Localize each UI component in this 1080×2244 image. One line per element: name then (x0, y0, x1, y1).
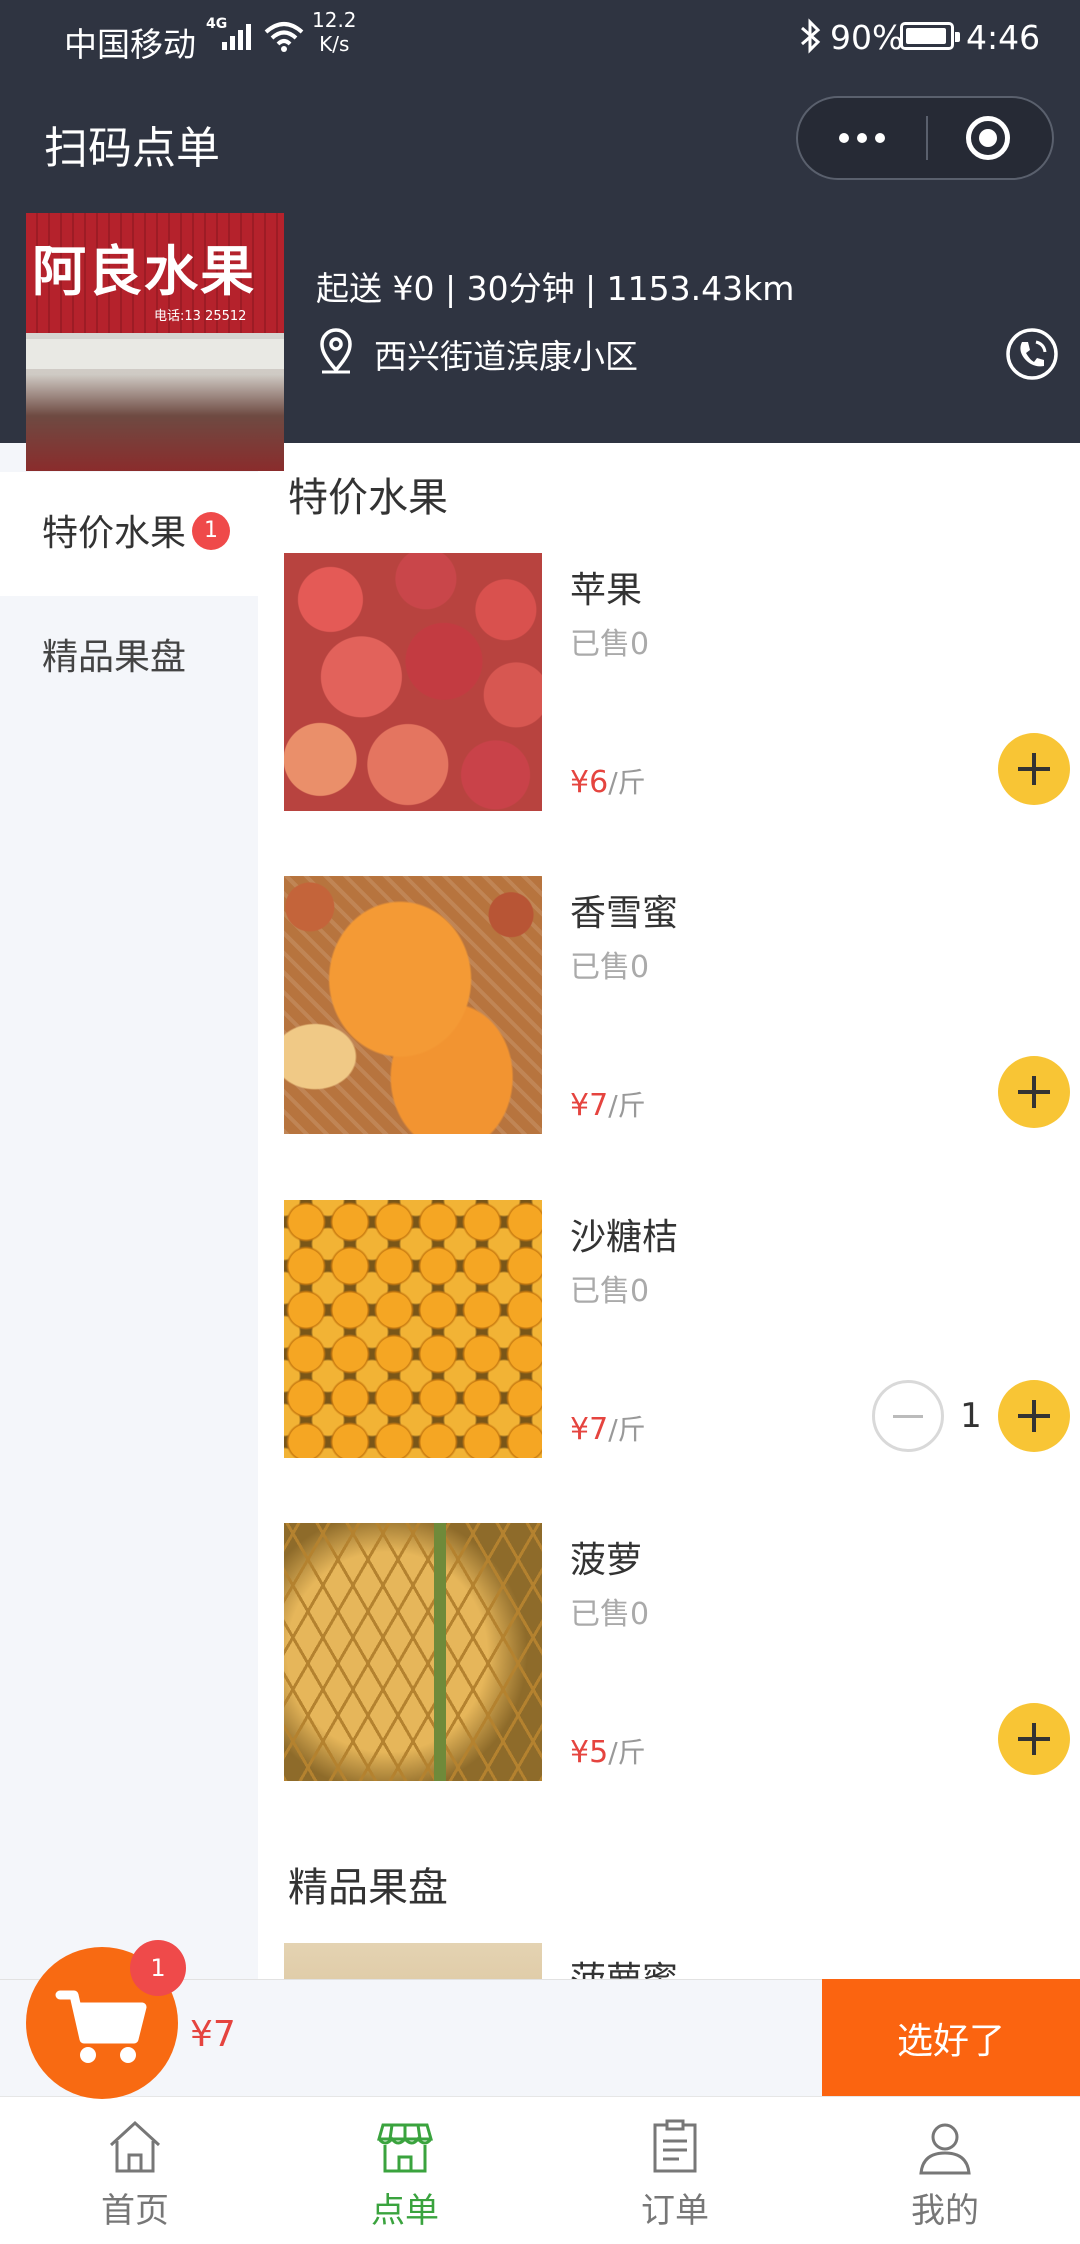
product-image[interactable] (284, 1943, 542, 1979)
shop-awning (26, 339, 284, 369)
speed-unit: K/s (319, 32, 350, 56)
product-sold-count: 已售0 (570, 950, 650, 985)
tab-label: 点单 (371, 2191, 439, 2231)
price-value: ¥7 (570, 1088, 609, 1123)
home-icon (109, 2120, 161, 2173)
price-value: ¥6 (570, 765, 609, 800)
battery-percent: 90% (830, 18, 904, 57)
price-unit: /斤 (608, 766, 646, 799)
phone-icon[interactable] (1004, 326, 1060, 382)
product-price: ¥6/斤 (570, 761, 646, 801)
price-unit: /斤 (608, 1413, 646, 1446)
close-miniprogram-icon[interactable] (966, 116, 1010, 160)
signal-icon (222, 24, 251, 50)
cart-count-badge: 1 (130, 1940, 186, 1996)
category-item-fruit-platter[interactable]: 精品果盘 (0, 596, 258, 720)
product-image[interactable] (284, 1523, 542, 1781)
product-item[interactable]: 香雪蜜 已售0 ¥7/斤 (284, 876, 1080, 1134)
capsule-divider (926, 116, 928, 160)
price-unit: /斤 (608, 1089, 646, 1122)
product-name: 菠萝 (570, 1540, 643, 1581)
network-speed: 12.2 K/s (312, 8, 357, 56)
user-icon (919, 2123, 971, 2175)
wifi-icon (264, 22, 304, 52)
location-pin-icon (320, 328, 352, 374)
shop-delivery-info: 起送 ¥0 | 30分钟 | 1153.43km (316, 269, 795, 308)
tab-label: 订单 (641, 2191, 709, 2231)
shop-sign-phone: 电话:13 25512 (154, 309, 247, 324)
battery-level (906, 28, 946, 44)
add-to-cart-button[interactable] (998, 1380, 1070, 1452)
tab-label: 我的 (911, 2191, 979, 2231)
decrease-quantity-button[interactable] (872, 1380, 944, 1452)
tab-home[interactable]: 首页 (0, 2097, 270, 2244)
product-price: ¥7/斤 (570, 1084, 646, 1124)
category-sidebar: 特价水果 1 精品果盘 (0, 443, 258, 1979)
clock: 4:46 (966, 18, 1041, 57)
speed-value: 12.2 (312, 8, 357, 32)
price-unit: /斤 (608, 1736, 646, 1769)
add-to-cart-button[interactable] (998, 1056, 1070, 1128)
page-title: 扫码点单 (44, 123, 220, 174)
add-to-cart-button[interactable] (998, 733, 1070, 805)
quantity-value: 1 (960, 1396, 982, 1436)
product-name: 香雪蜜 (570, 893, 679, 934)
store-icon (377, 2123, 433, 2173)
order-icon (653, 2119, 697, 2173)
shop-sign-text: 阿良水果 (32, 240, 256, 303)
product-sold-count: 已售0 (570, 1597, 650, 1632)
category-label: 特价水果 (42, 513, 187, 554)
tab-profile[interactable]: 我的 (810, 2097, 1080, 2244)
price-value: ¥7 (570, 1412, 609, 1447)
tab-bar: 首页 点单 订单 我的 (0, 2096, 1080, 2244)
product-image[interactable] (284, 1200, 542, 1458)
tab-orders[interactable]: 订单 (540, 2097, 810, 2244)
product-price: ¥7/斤 (570, 1408, 646, 1448)
product-list: 特价水果 苹果 已售0 ¥6/斤 香雪蜜 已售0 ¥7/斤 沙糖桔 已售0 ¥7… (258, 443, 1080, 1979)
miniprogram-capsule (796, 96, 1054, 180)
price-value: ¥5 (570, 1735, 609, 1770)
tab-label: 首页 (101, 2191, 169, 2231)
checkout-button[interactable]: 选好了 (822, 1979, 1080, 2096)
carrier-label: 中国移动 (64, 25, 196, 64)
add-to-cart-button[interactable] (998, 1703, 1070, 1775)
section-title: 精品果盘 (288, 1865, 448, 1911)
cart-total: ¥7 (190, 2014, 236, 2055)
product-item[interactable]: 沙糖桔 已售0 ¥7/斤 1 (284, 1200, 1080, 1458)
bluetooth-icon (801, 18, 821, 54)
product-item[interactable]: 菠萝蜜 (284, 1943, 1080, 1979)
shop-photo: 阿良水果 电话:13 25512 (26, 213, 284, 471)
category-label: 精品果盘 (42, 637, 187, 678)
product-item[interactable]: 菠萝 已售0 ¥5/斤 (284, 1523, 1080, 1781)
tab-order-food[interactable]: 点单 (270, 2097, 540, 2244)
product-price: ¥5/斤 (570, 1731, 646, 1771)
category-item-special-fruit[interactable]: 特价水果 1 (0, 472, 258, 596)
section-title: 特价水果 (288, 475, 448, 521)
product-name: 沙糖桔 (570, 1217, 679, 1258)
product-image[interactable] (284, 876, 542, 1134)
product-image[interactable] (284, 553, 542, 811)
status-bar: 中国移动 4G 12.2 K/s 90% 4:46 (0, 0, 1080, 74)
product-name: 苹果 (570, 570, 643, 611)
more-icon[interactable] (798, 98, 926, 178)
product-sold-count: 已售0 (570, 627, 650, 662)
product-item[interactable]: 苹果 已售0 ¥6/斤 (284, 553, 1080, 811)
product-sold-count: 已售0 (570, 1274, 650, 1309)
navigation-bar: 扫码点单 (0, 96, 1080, 186)
location-text: 西兴街道滨康小区 (374, 337, 638, 376)
product-name: 菠萝蜜 (570, 1951, 678, 1979)
category-badge: 1 (192, 512, 230, 550)
battery-icon (900, 22, 960, 50)
